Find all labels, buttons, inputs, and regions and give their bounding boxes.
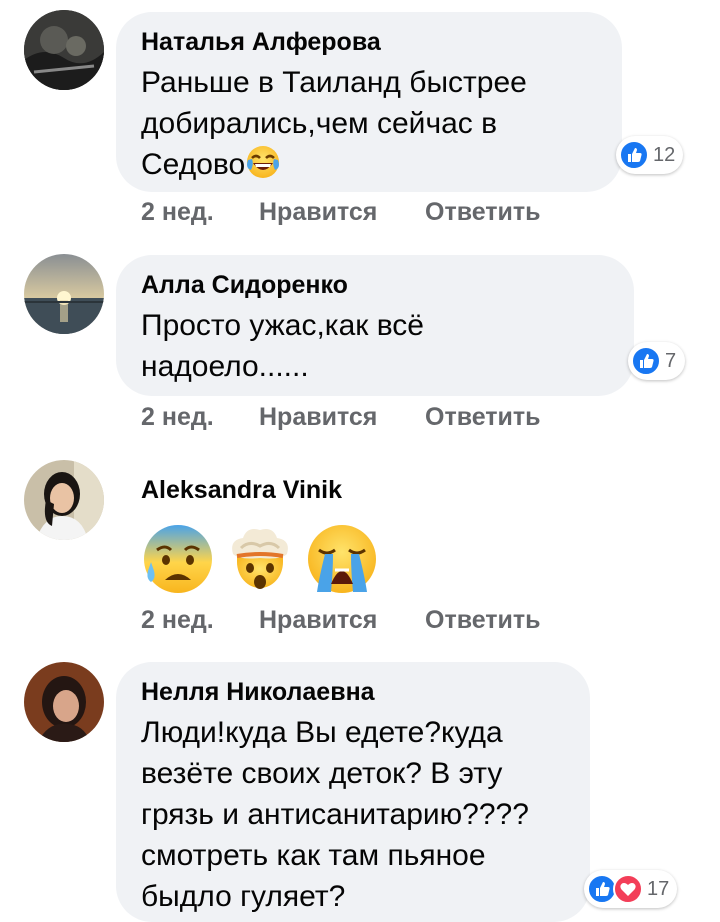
author-name[interactable]: Наталья Алферова	[141, 26, 598, 58]
reply-button[interactable]: Ответить	[425, 606, 541, 635]
reaction-count: 7	[665, 349, 677, 372]
author-name[interactable]: Aleksandra Vinik	[141, 474, 342, 506]
reaction-summary[interactable]: 7	[628, 342, 686, 380]
reply-button[interactable]: Ответить	[425, 198, 541, 227]
comment-actions: 2 нед. Нравится Ответить	[141, 606, 541, 635]
comment-actions: 2 нед. Нравится Ответить	[141, 198, 541, 227]
like-icon	[619, 140, 649, 170]
like-icon	[631, 346, 661, 376]
loudly-crying-face-icon	[305, 522, 379, 596]
reaction-count: 12	[653, 143, 676, 166]
avatar[interactable]	[24, 10, 104, 90]
exploding-head-icon	[223, 522, 297, 596]
author-name[interactable]: Нелля Николаевна	[141, 676, 566, 708]
anxious-face-with-sweat-icon	[141, 522, 215, 596]
comment-timestamp[interactable]: 2 нед.	[141, 606, 259, 635]
avatar[interactable]	[24, 254, 104, 334]
emoji-message	[141, 522, 379, 596]
reply-button[interactable]: Ответить	[425, 403, 541, 432]
comment-bubble: Нелля Николаевна Люди!куда Вы едете?куда…	[116, 662, 590, 922]
author-name[interactable]: Алла Сидоренко	[141, 269, 610, 301]
like-button[interactable]: Нравится	[259, 198, 425, 227]
comment-actions: 2 нед. Нравится Ответить	[141, 403, 541, 432]
comment-bubble: Алла Сидоренко Просто ужас,как всё надое…	[116, 255, 634, 396]
comment-timestamp[interactable]: 2 нед.	[141, 403, 259, 432]
like-button[interactable]: Нравится	[259, 403, 425, 432]
reaction-summary[interactable]: 12	[616, 136, 684, 174]
comment-text: Люди!куда Вы едете?куда везёте своих дет…	[141, 716, 529, 913]
avatar[interactable]	[24, 460, 104, 540]
comment-text-content: Раньше в Таиланд быстрее добирались,чем …	[141, 66, 527, 181]
comment-bubble: Наталья Алферова Раньше в Таиланд быстре…	[116, 12, 622, 192]
reaction-summary[interactable]: 17	[584, 870, 678, 908]
face-with-tears-of-joy-icon	[245, 144, 281, 180]
comment-text: Просто ужас,как всё надоело......	[141, 309, 424, 383]
love-icon	[613, 874, 643, 904]
comment-timestamp[interactable]: 2 нед.	[141, 198, 259, 227]
like-button[interactable]: Нравится	[259, 606, 425, 635]
comment-text: Раньше в Таиланд быстрее добирались,чем …	[141, 62, 598, 185]
avatar[interactable]	[24, 662, 104, 742]
reaction-count: 17	[647, 877, 670, 900]
